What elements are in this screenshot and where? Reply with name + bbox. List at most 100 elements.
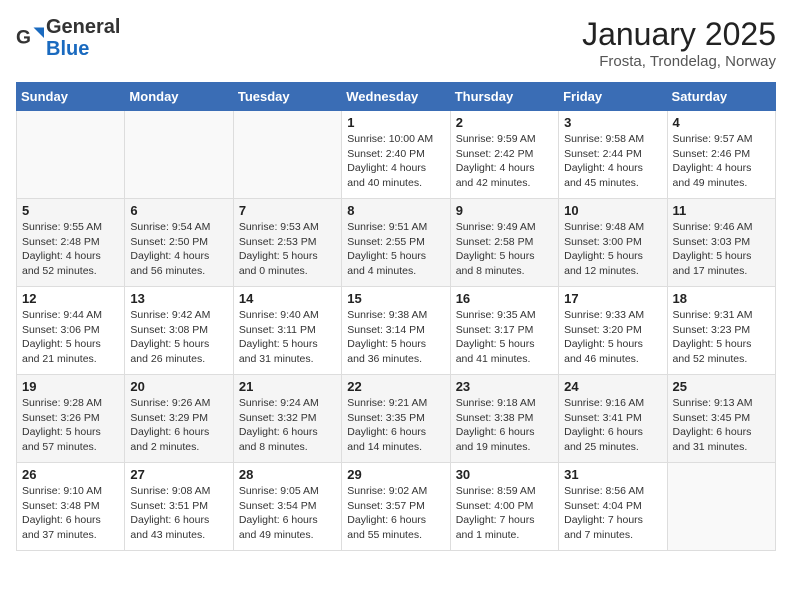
day-info: Sunrise: 9:18 AM Sunset: 3:38 PM Dayligh… <box>456 396 553 455</box>
calendar-day: 13Sunrise: 9:42 AM Sunset: 3:08 PM Dayli… <box>125 287 233 375</box>
day-number: 19 <box>22 379 119 394</box>
month-title: January 2025 <box>582 16 776 53</box>
day-number: 26 <box>22 467 119 482</box>
calendar-day: 24 Sunrise: 9:16 AM Sunset: 3:41 PM Dayli… <box>559 375 667 463</box>
header-day: Tuesday <box>233 83 341 111</box>
day-info: Sunrise: 9:08 AM Sunset: 3:51 PM Dayligh… <box>130 484 227 543</box>
calendar-day: 3Sunrise: 9:58 AM Sunset: 2:44 PM Daylig… <box>559 111 667 199</box>
calendar-body: 1Sunrise: 10:00 AM Sunset: 2:40 PM Dayli… <box>17 111 776 551</box>
day-info: Sunrise: 9:10 AM Sunset: 3:48 PM Dayligh… <box>22 484 119 543</box>
day-info: Sunrise: 10:00 AM Sunset: 2:40 PM Daylig… <box>347 132 444 191</box>
calendar-day <box>125 111 233 199</box>
day-number: 14 <box>239 291 336 306</box>
header-day: Thursday <box>450 83 558 111</box>
day-info: Sunrise: 9:35 AM Sunset: 3:17 PM Dayligh… <box>456 308 553 367</box>
header-row: SundayMondayTuesdayWednesdayThursdayFrid… <box>17 83 776 111</box>
day-number: 8 <box>347 203 444 218</box>
day-info: Sunrise: 9:21 AM Sunset: 3:35 PM Dayligh… <box>347 396 444 455</box>
header-day: Monday <box>125 83 233 111</box>
calendar-day: 14 Sunrise: 9:40 AM Sunset: 3:11 PM Dayli… <box>233 287 341 375</box>
calendar-day: 22 Sunrise: 9:21 AM Sunset: 3:35 PM Dayli… <box>342 375 450 463</box>
day-info: Sunrise: 9:49 AM Sunset: 2:58 PM Dayligh… <box>456 220 553 279</box>
calendar-day: 5 Sunrise: 9:55 AM Sunset: 2:48 PM Daylig… <box>17 199 125 287</box>
day-number: 7 <box>239 203 336 218</box>
calendar-day <box>17 111 125 199</box>
day-number: 11 <box>673 203 770 218</box>
calendar-day: 21Sunrise: 9:24 AM Sunset: 3:32 PM Dayli… <box>233 375 341 463</box>
day-number: 5 <box>22 203 119 218</box>
calendar-day: 6 Sunrise: 9:54 AM Sunset: 2:50 PM Daylig… <box>125 199 233 287</box>
calendar-day: 17 Sunrise: 9:33 AM Sunset: 3:20 PM Dayli… <box>559 287 667 375</box>
calendar-day: 4 Sunrise: 9:57 AM Sunset: 2:46 PM Daylig… <box>667 111 775 199</box>
header-day: Friday <box>559 83 667 111</box>
day-number: 6 <box>130 203 227 218</box>
day-info: Sunrise: 9:05 AM Sunset: 3:54 PM Dayligh… <box>239 484 336 543</box>
logo: G General Blue <box>16 16 120 60</box>
day-info: Sunrise: 9:59 AM Sunset: 2:42 PM Dayligh… <box>456 132 553 191</box>
day-number: 18 <box>673 291 770 306</box>
day-info: Sunrise: 9:46 AM Sunset: 3:03 PM Dayligh… <box>673 220 770 279</box>
title-block: January 2025 Frosta, Trondelag, Norway <box>582 16 776 70</box>
day-number: 2 <box>456 115 553 130</box>
day-number: 4 <box>673 115 770 130</box>
calendar-day: 26 Sunrise: 9:10 AM Sunset: 3:48 PM Dayli… <box>17 463 125 551</box>
page-header: G General Blue January 2025 Frosta, Tron… <box>16 16 776 70</box>
calendar-day: 16 Sunrise: 9:35 AM Sunset: 3:17 PM Dayli… <box>450 287 558 375</box>
day-number: 25 <box>673 379 770 394</box>
calendar-day: 23 Sunrise: 9:18 AM Sunset: 3:38 PM Dayli… <box>450 375 558 463</box>
day-number: 22 <box>347 379 444 394</box>
calendar-day <box>667 463 775 551</box>
day-number: 29 <box>347 467 444 482</box>
calendar-week: 5 Sunrise: 9:55 AM Sunset: 2:48 PM Daylig… <box>17 199 776 287</box>
calendar-day: 7 Sunrise: 9:53 AM Sunset: 2:53 PM Daylig… <box>233 199 341 287</box>
day-info: Sunrise: 9:54 AM Sunset: 2:50 PM Dayligh… <box>130 220 227 279</box>
day-info: Sunrise: 9:48 AM Sunset: 3:00 PM Dayligh… <box>564 220 661 279</box>
day-info: Sunrise: 9:57 AM Sunset: 2:46 PM Dayligh… <box>673 132 770 191</box>
day-info: Sunrise: 9:13 AM Sunset: 3:45 PM Dayligh… <box>673 396 770 455</box>
calendar-day: 12Sunrise: 9:44 AM Sunset: 3:06 PM Dayli… <box>17 287 125 375</box>
calendar-day: 25 Sunrise: 9:13 AM Sunset: 3:45 PM Dayli… <box>667 375 775 463</box>
day-number: 17 <box>564 291 661 306</box>
calendar-day: 2 Sunrise: 9:59 AM Sunset: 2:42 PM Daylig… <box>450 111 558 199</box>
day-info: Sunrise: 9:53 AM Sunset: 2:53 PM Dayligh… <box>239 220 336 279</box>
day-number: 23 <box>456 379 553 394</box>
calendar-day <box>233 111 341 199</box>
day-number: 13 <box>130 291 227 306</box>
day-info: Sunrise: 9:26 AM Sunset: 3:29 PM Dayligh… <box>130 396 227 455</box>
header-day: Sunday <box>17 83 125 111</box>
calendar-day: 18 Sunrise: 9:31 AM Sunset: 3:23 PM Dayli… <box>667 287 775 375</box>
calendar-header: SundayMondayTuesdayWednesdayThursdayFrid… <box>17 83 776 111</box>
day-info: Sunrise: 9:38 AM Sunset: 3:14 PM Dayligh… <box>347 308 444 367</box>
day-number: 3 <box>564 115 661 130</box>
day-info: Sunrise: 9:33 AM Sunset: 3:20 PM Dayligh… <box>564 308 661 367</box>
calendar-day: 11 Sunrise: 9:46 AM Sunset: 3:03 PM Dayli… <box>667 199 775 287</box>
calendar-table: SundayMondayTuesdayWednesdayThursdayFrid… <box>16 82 776 551</box>
calendar-day: 29Sunrise: 9:02 AM Sunset: 3:57 PM Dayli… <box>342 463 450 551</box>
day-number: 16 <box>456 291 553 306</box>
header-day: Saturday <box>667 83 775 111</box>
day-info: Sunrise: 8:59 AM Sunset: 4:00 PM Dayligh… <box>456 484 553 543</box>
calendar-day: 15Sunrise: 9:38 AM Sunset: 3:14 PM Dayli… <box>342 287 450 375</box>
calendar-day: 28 Sunrise: 9:05 AM Sunset: 3:54 PM Dayli… <box>233 463 341 551</box>
location: Frosta, Trondelag, Norway <box>582 53 776 70</box>
day-number: 10 <box>564 203 661 218</box>
day-info: Sunrise: 9:40 AM Sunset: 3:11 PM Dayligh… <box>239 308 336 367</box>
calendar-day: 27 Sunrise: 9:08 AM Sunset: 3:51 PM Dayli… <box>125 463 233 551</box>
calendar-week: 26 Sunrise: 9:10 AM Sunset: 3:48 PM Dayli… <box>17 463 776 551</box>
day-number: 31 <box>564 467 661 482</box>
calendar-day: 9Sunrise: 9:49 AM Sunset: 2:58 PM Daylig… <box>450 199 558 287</box>
day-number: 28 <box>239 467 336 482</box>
day-info: Sunrise: 8:56 AM Sunset: 4:04 PM Dayligh… <box>564 484 661 543</box>
calendar-day: 10 Sunrise: 9:48 AM Sunset: 3:00 PM Dayli… <box>559 199 667 287</box>
calendar-day: 19 Sunrise: 9:28 AM Sunset: 3:26 PM Dayli… <box>17 375 125 463</box>
logo-blue-text: Blue <box>46 38 89 60</box>
day-info: Sunrise: 9:16 AM Sunset: 3:41 PM Dayligh… <box>564 396 661 455</box>
day-info: Sunrise: 9:31 AM Sunset: 3:23 PM Dayligh… <box>673 308 770 367</box>
day-number: 27 <box>130 467 227 482</box>
day-number: 24 <box>564 379 661 394</box>
day-info: Sunrise: 9:24 AM Sunset: 3:32 PM Dayligh… <box>239 396 336 455</box>
day-info: Sunrise: 9:28 AM Sunset: 3:26 PM Dayligh… <box>22 396 119 455</box>
day-info: Sunrise: 9:55 AM Sunset: 2:48 PM Dayligh… <box>22 220 119 279</box>
calendar-week: 19 Sunrise: 9:28 AM Sunset: 3:26 PM Dayli… <box>17 375 776 463</box>
calendar-day: 30Sunrise: 8:59 AM Sunset: 4:00 PM Dayli… <box>450 463 558 551</box>
